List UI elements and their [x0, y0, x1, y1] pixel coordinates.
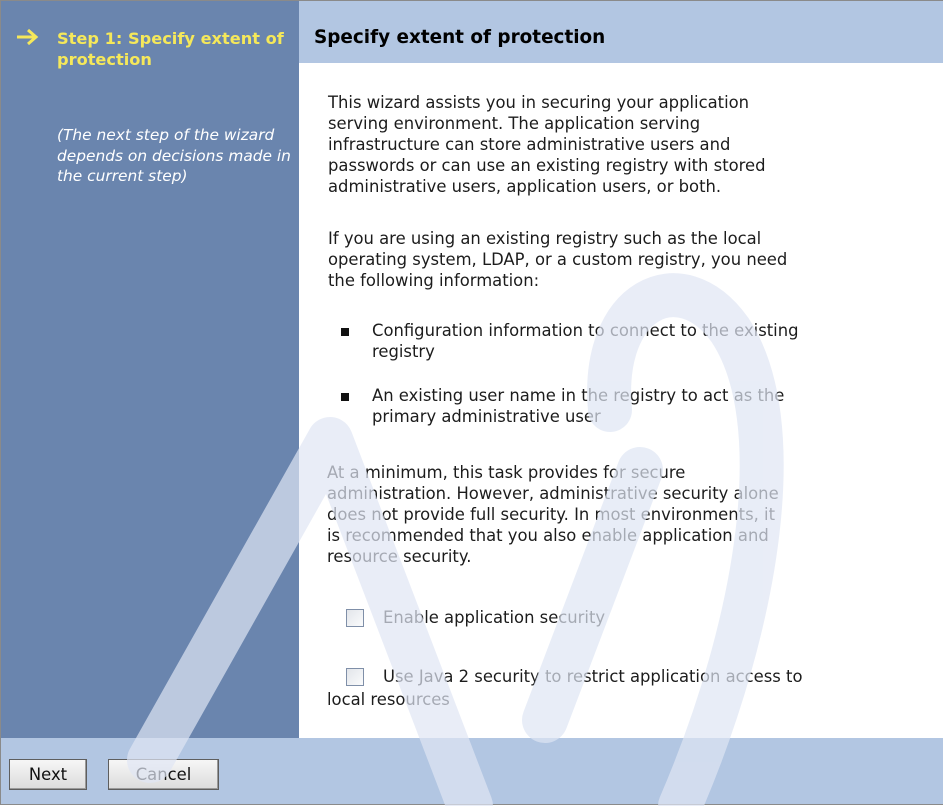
registry-line: the following information:	[328, 271, 540, 290]
minimum-line: does not provide full security. In most …	[327, 505, 776, 524]
java2-security-checkbox[interactable]	[346, 668, 364, 686]
intro-line: This wizard assists you in securing your…	[328, 93, 750, 112]
minimum-line: At a minimum, this task provides for sec…	[327, 463, 686, 482]
wizard-frame: Step 1: Specify extent of protection (Th…	[0, 0, 943, 805]
bullet-icon	[341, 393, 349, 401]
java2-security-label[interactable]: Use Java 2 security to restrict applicat…	[383, 667, 803, 688]
wizard-footer: Next Cancel	[1, 738, 943, 804]
bullet-icon	[341, 328, 349, 336]
list-item-line: Configuration information to connect to …	[372, 321, 799, 340]
intro-line: passwords or can use an existing registr…	[328, 156, 766, 175]
minimum-line: administration. However, administrative …	[327, 484, 779, 503]
intro-line: infrastructure can store administrative …	[328, 135, 731, 154]
right-arrow-icon	[17, 28, 39, 46]
page-title: Specify extent of protection	[314, 27, 606, 48]
intro-line: administrative users, application users,…	[328, 177, 722, 196]
enable-app-security-label[interactable]: Enable application security	[383, 608, 605, 629]
panel-header: Specify extent of protection	[299, 1, 943, 63]
registry-line: If you are using an existing registry su…	[328, 229, 762, 248]
cancel-button[interactable]: Cancel	[108, 759, 219, 790]
registry-line: operating system, LDAP, or a custom regi…	[328, 250, 788, 269]
current-step-title: Step 1: Specify extent of protection	[57, 29, 284, 69]
list-item-line: An existing user name in the registry to…	[372, 386, 785, 405]
java2-security-label-cont[interactable]: local resources	[327, 690, 450, 711]
next-button[interactable]: Next	[9, 759, 87, 790]
wizard-content: This wizard assists you in securing your…	[299, 63, 943, 738]
list-item-line: primary administrative user	[372, 407, 601, 426]
list-item-line: registry	[372, 342, 435, 361]
wizard-steps-sidebar: Step 1: Specify extent of protection (Th…	[1, 1, 299, 738]
minimum-line: is recommended that you also enable appl…	[327, 526, 769, 545]
step-note: (The next step of the wizard depends on …	[57, 126, 291, 185]
intro-line: serving environment. The application ser…	[328, 114, 701, 133]
minimum-line: resource security.	[327, 547, 472, 566]
enable-app-security-checkbox[interactable]	[346, 609, 364, 627]
